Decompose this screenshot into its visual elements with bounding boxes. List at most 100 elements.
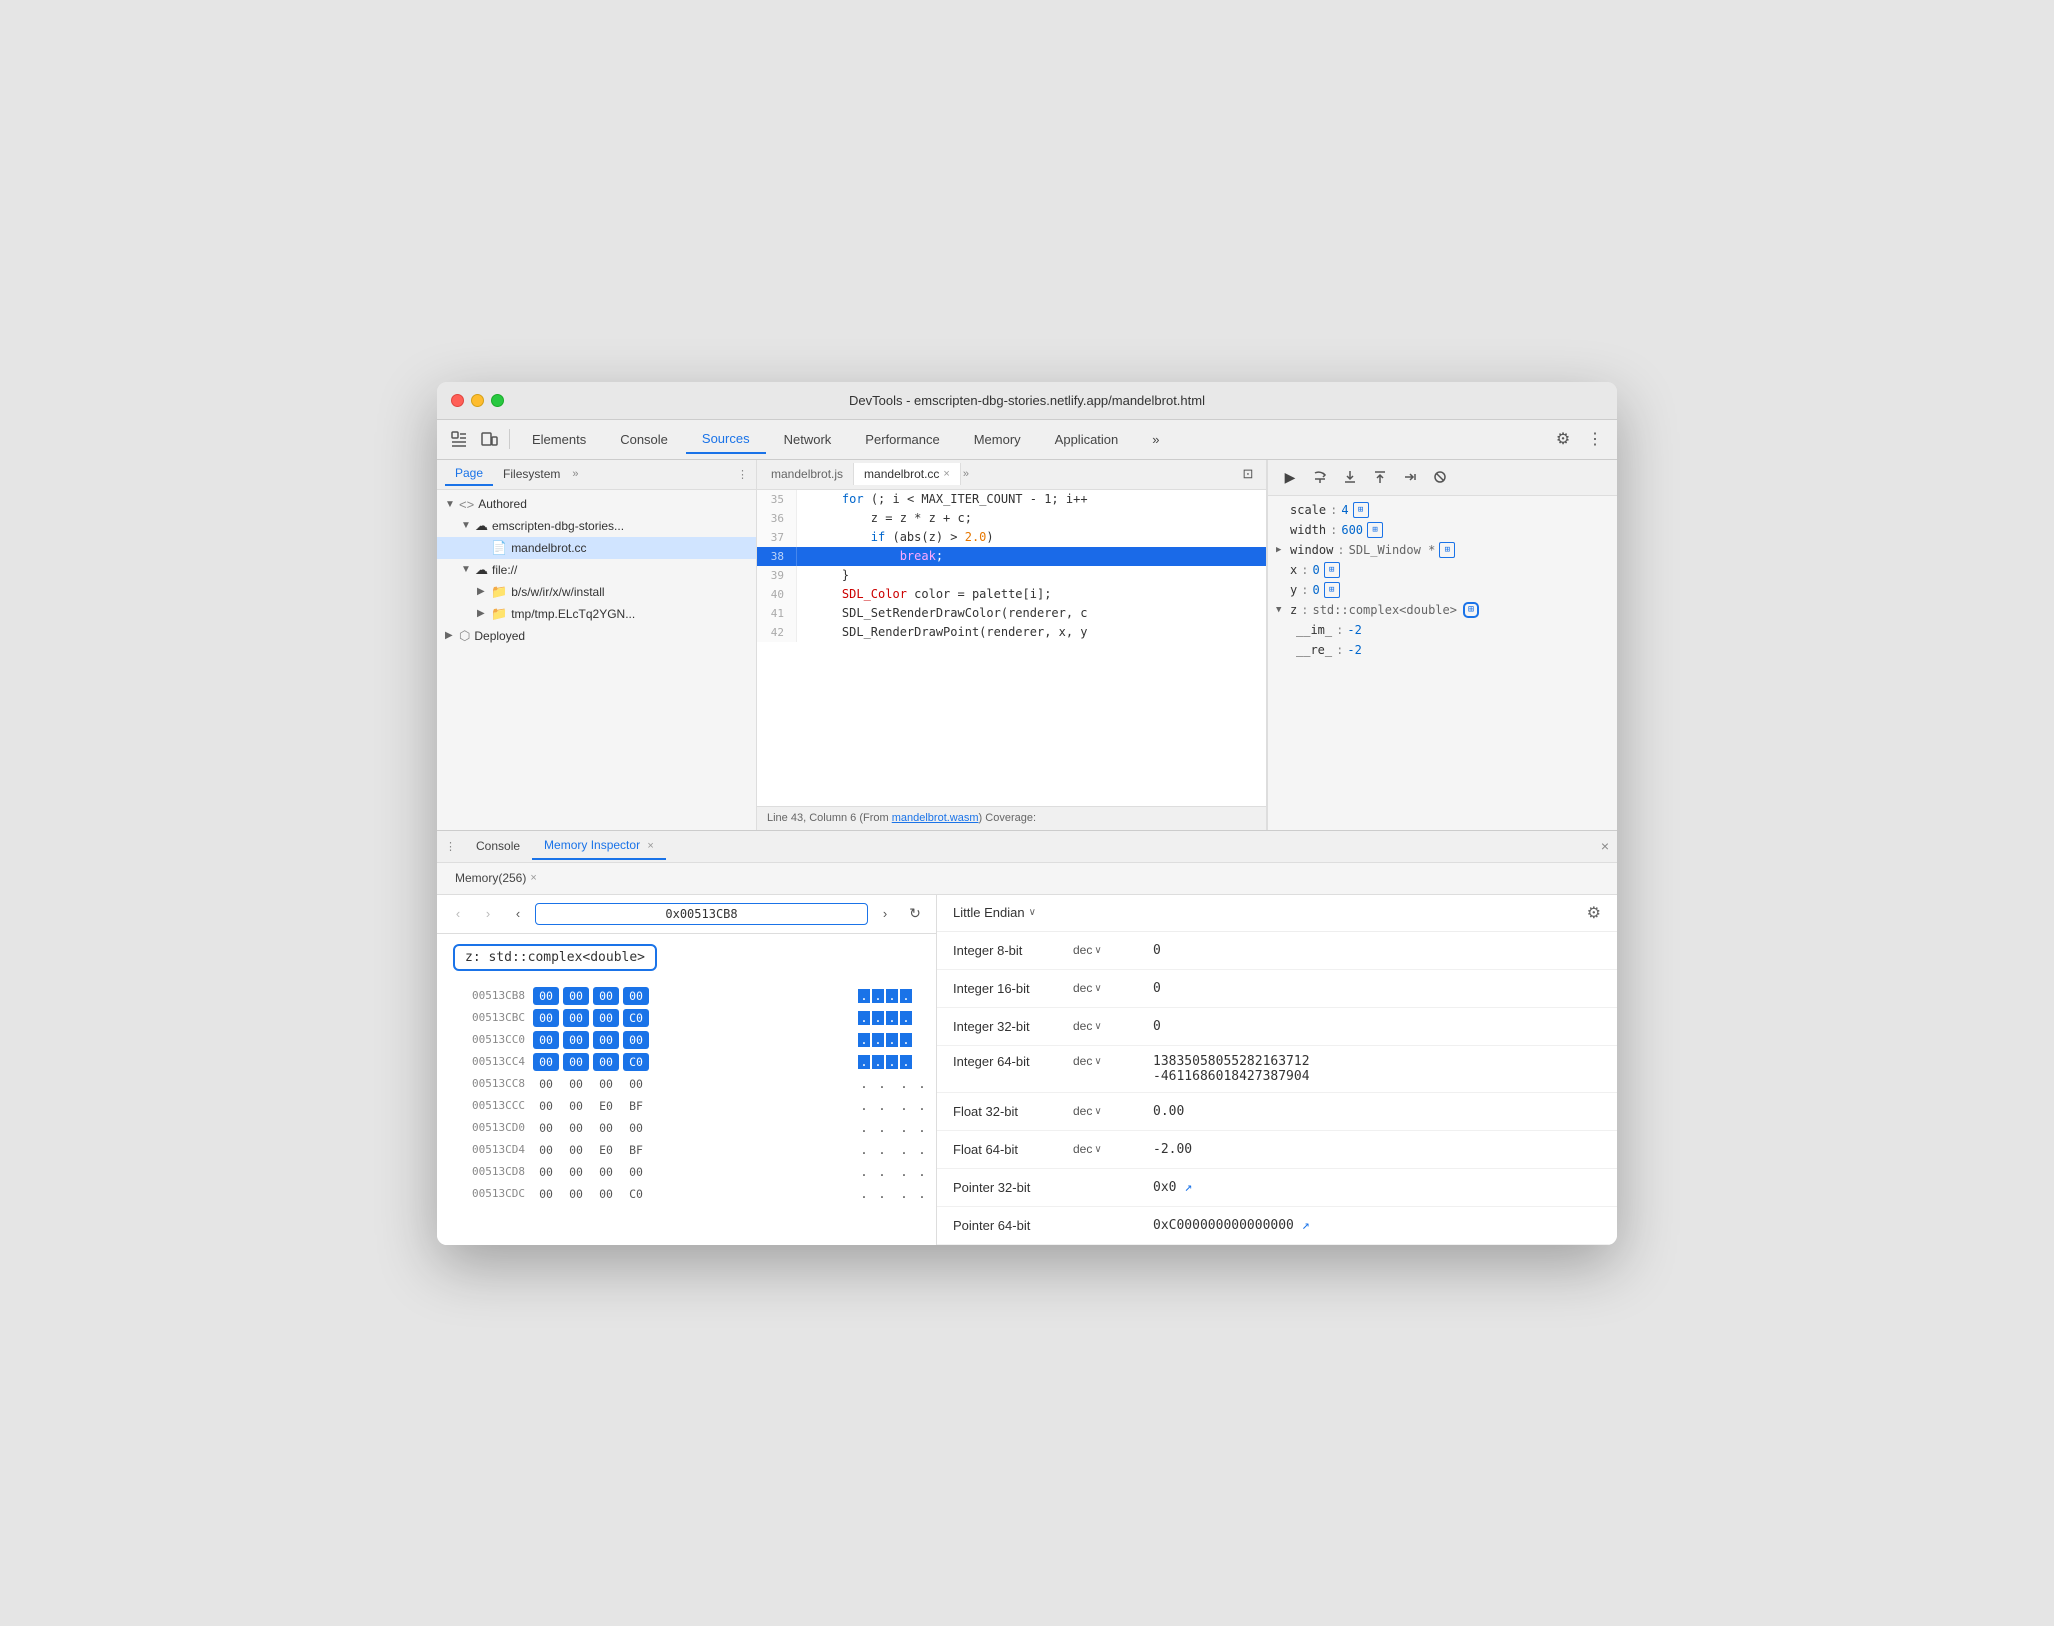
- var-scale: scale : 4 ⊞: [1268, 500, 1617, 520]
- tab-network[interactable]: Network: [768, 426, 848, 453]
- minimize-button[interactable]: [471, 394, 484, 407]
- deployed-icon: ⬡: [459, 628, 470, 644]
- tree-arrow-install: ▶: [477, 586, 491, 597]
- hex-row-7: 00513CD4 00 00 E0 BF . . . .: [437, 1139, 936, 1161]
- tab-sources[interactable]: Sources: [686, 425, 766, 454]
- code-tab-cc-close[interactable]: ×: [943, 468, 949, 480]
- bottom-close-btn[interactable]: ×: [1601, 838, 1609, 854]
- int16-format[interactable]: dec ∨: [1073, 981, 1153, 995]
- left-panel-menu[interactable]: ⋮: [737, 468, 748, 481]
- authored-icon: <>: [459, 497, 474, 512]
- code-tab-cc[interactable]: mandelbrot.cc ×: [854, 463, 961, 485]
- endian-header: Little Endian ∨ ⚙: [937, 895, 1617, 932]
- maximize-button[interactable]: [491, 394, 504, 407]
- address-input[interactable]: 0x00513CB8: [535, 903, 868, 925]
- memory-tab-256[interactable]: Memory(256) ×: [445, 867, 547, 889]
- int32-format[interactable]: dec ∨: [1073, 1019, 1153, 1033]
- nav-forward-btn[interactable]: ›: [475, 901, 501, 927]
- bottom-section: ⋮ Console Memory Inspector × × Memory(25…: [437, 830, 1617, 1245]
- split-editor-icon[interactable]: ⊡: [1234, 460, 1262, 488]
- float64-format[interactable]: dec ∨: [1073, 1142, 1153, 1156]
- code-line-39: 39 }: [757, 566, 1266, 585]
- var-icon-window[interactable]: ⊞: [1439, 542, 1455, 558]
- memory-tab-close[interactable]: ×: [530, 872, 536, 884]
- code-editor[interactable]: 35 for (; i < MAX_ITER_COUNT - 1; i++ 36…: [757, 490, 1266, 806]
- var-icon-z[interactable]: ⊞: [1463, 602, 1479, 618]
- code-status-text: Line 43, Column 6 (From mandelbrot.wasm)…: [767, 812, 1036, 824]
- tab-page[interactable]: Page: [445, 462, 493, 486]
- step-over-btn[interactable]: [1306, 463, 1334, 491]
- refresh-btn[interactable]: ↻: [902, 901, 928, 927]
- traffic-lights: [451, 394, 504, 407]
- int64-format[interactable]: dec ∨: [1073, 1054, 1153, 1068]
- mandelbrot-wasm-link[interactable]: mandelbrot.wasm: [892, 812, 979, 824]
- tree-authored[interactable]: ▼ <> Authored: [437, 494, 756, 515]
- var-x: x : 0 ⊞: [1268, 560, 1617, 580]
- cloud-icon-2: ☁: [475, 562, 488, 578]
- tree-mandelbrot-cc[interactable]: 📄 mandelbrot.cc: [437, 537, 756, 559]
- hex-row-8: 00513CD8 00 00 00 00 . . . .: [437, 1161, 936, 1183]
- resume-btn[interactable]: ▶: [1276, 463, 1304, 491]
- step-into-btn[interactable]: [1336, 463, 1364, 491]
- tree-install[interactable]: ▶ 📁 b/s/w/ir/x/w/install: [437, 581, 756, 603]
- code-tab-more[interactable]: »: [963, 468, 969, 480]
- endian-selector[interactable]: Little Endian ∨: [953, 905, 1036, 920]
- bottom-tab-menu[interactable]: ⋮: [445, 840, 456, 853]
- tab-elements[interactable]: Elements: [516, 426, 602, 453]
- memory-tab-strip: Memory(256) ×: [437, 863, 1617, 895]
- code-tab-cc-label: mandelbrot.cc: [864, 467, 939, 481]
- interp-settings-icon[interactable]: ⚙: [1587, 903, 1601, 923]
- hex-row-3: 00513CC4 00 00 00 C0 . . . .: [437, 1051, 936, 1073]
- tab-memory-inspector[interactable]: Memory Inspector ×: [532, 832, 666, 860]
- code-tab-js[interactable]: mandelbrot.js: [761, 463, 854, 485]
- memory-nav: ‹ › ‹ 0x00513CB8 › ↻: [437, 895, 936, 934]
- tree-emscripten[interactable]: ▼ ☁ emscripten-dbg-stories...: [437, 515, 756, 537]
- int8-format[interactable]: dec ∨: [1073, 943, 1153, 957]
- var-icon-y[interactable]: ⊞: [1324, 582, 1340, 598]
- tree-file[interactable]: ▼ ☁ file://: [437, 559, 756, 581]
- close-button[interactable]: [451, 394, 464, 407]
- float32-format[interactable]: dec ∨: [1073, 1104, 1153, 1118]
- tree-deployed[interactable]: ▶ ⬡ Deployed: [437, 625, 756, 647]
- nav-right-btn[interactable]: ›: [872, 901, 898, 927]
- ptr64-link[interactable]: ↗: [1302, 1218, 1310, 1233]
- tree-arrow-emscripten: ▼: [461, 520, 475, 531]
- left-panel-tabs: Page Filesystem » ⋮: [437, 460, 756, 490]
- code-line-40: 40 SDL_Color color = palette[i];: [757, 585, 1266, 604]
- nav-back-btn[interactable]: ‹: [445, 901, 471, 927]
- file-icon-cc: 📄: [491, 540, 507, 556]
- tab-console[interactable]: Console: [464, 833, 532, 859]
- folder-icon-install: 📁: [491, 584, 507, 600]
- hex-row-9: 00513CDC 00 00 00 C0 . . . .: [437, 1183, 936, 1205]
- var-icon-x[interactable]: ⊞: [1324, 562, 1340, 578]
- device-toolbar-icon[interactable]: [475, 425, 503, 453]
- interp-int64: Integer 64-bit dec ∨ 1383505805528216371…: [937, 1046, 1617, 1093]
- endian-chevron: ∨: [1029, 907, 1036, 918]
- memory-inspector-tab-close[interactable]: ×: [647, 840, 653, 852]
- window-title: DevTools - emscripten-dbg-stories.netlif…: [849, 393, 1205, 408]
- interpretation-table: Integer 8-bit dec ∨ 0 Integer 16-bit dec…: [937, 932, 1617, 1245]
- file-tree: ▼ <> Authored ▼ ☁ emscripten-dbg-stories…: [437, 490, 756, 830]
- main-area: Page Filesystem » ⋮ ▼ <> Authored ▼ ☁: [437, 460, 1617, 830]
- settings-icon[interactable]: ⚙: [1549, 425, 1577, 453]
- tab-filesystem[interactable]: Filesystem: [493, 463, 570, 485]
- deactivate-btn[interactable]: [1426, 463, 1454, 491]
- tab-more[interactable]: »: [1136, 426, 1175, 453]
- ptr32-link[interactable]: ↗: [1184, 1180, 1192, 1195]
- step-out-btn[interactable]: [1366, 463, 1394, 491]
- code-panel: mandelbrot.js mandelbrot.cc × » ⊡ 35 for…: [757, 460, 1267, 830]
- inspect-element-icon[interactable]: [445, 425, 473, 453]
- var-icon-scale[interactable]: ⊞: [1353, 502, 1369, 518]
- tree-tmp[interactable]: ▶ 📁 tmp/tmp.ELcTq2YGN...: [437, 603, 756, 625]
- code-status: Line 43, Column 6 (From mandelbrot.wasm)…: [757, 806, 1266, 830]
- tab-memory[interactable]: Memory: [958, 426, 1037, 453]
- step-btn[interactable]: [1396, 463, 1424, 491]
- tab-application[interactable]: Application: [1039, 426, 1135, 453]
- tab-performance[interactable]: Performance: [849, 426, 955, 453]
- var-re: __re_ : -2: [1268, 640, 1617, 660]
- tab-console[interactable]: Console: [604, 426, 684, 453]
- var-icon-width[interactable]: ⊞: [1367, 522, 1383, 538]
- more-options-icon[interactable]: ⋮: [1581, 425, 1609, 453]
- left-panel-more[interactable]: »: [572, 468, 578, 480]
- nav-left-btn[interactable]: ‹: [505, 901, 531, 927]
